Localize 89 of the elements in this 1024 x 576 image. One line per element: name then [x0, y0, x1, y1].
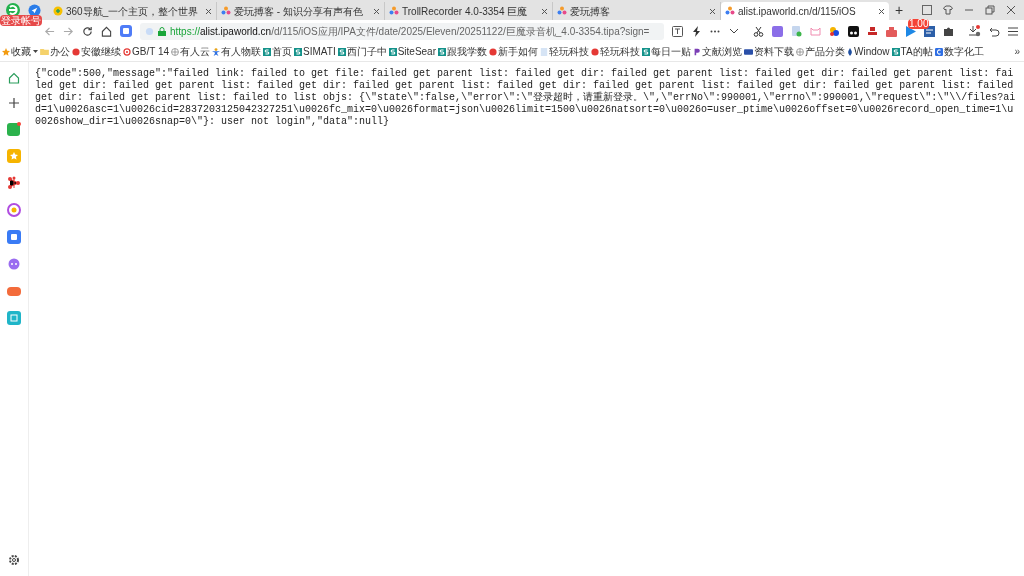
close-icon[interactable] — [541, 7, 548, 15]
play-icon[interactable] — [905, 25, 916, 37]
bookmark[interactable]: 轻玩科技 — [540, 44, 589, 59]
person-icon — [212, 47, 221, 56]
bookmark[interactable]: GB/T 14 — [123, 44, 170, 59]
app-tile-icon[interactable] — [7, 311, 21, 325]
glasses-icon[interactable] — [848, 25, 859, 37]
star-icon — [2, 47, 10, 56]
new-tab-button[interactable]: + — [895, 3, 904, 17]
navigation-icon[interactable] — [28, 3, 41, 17]
flower-icon — [725, 6, 735, 16]
globe-icon — [796, 47, 804, 56]
folder-icon — [40, 48, 49, 55]
star-app-icon[interactable] — [7, 149, 21, 163]
bookmark[interactable]: 轻玩科技 — [591, 44, 640, 59]
bookmark[interactable]: 安徽继续 — [72, 44, 121, 59]
close-icon[interactable] — [878, 7, 885, 15]
target-icon — [123, 47, 131, 56]
network-icon[interactable] — [7, 176, 21, 190]
settings-icon[interactable] — [8, 554, 20, 566]
s-logo-icon — [294, 47, 303, 56]
close-icon[interactable] — [373, 7, 380, 15]
globe-icon — [53, 6, 63, 16]
bookmark[interactable]: 新手如何 — [489, 44, 538, 59]
flower-icon — [557, 6, 567, 16]
bookmark[interactable]: 西门子中 — [337, 44, 387, 59]
lock-icon — [158, 26, 166, 36]
bookmark[interactable]: 办公 — [40, 44, 70, 59]
extension-badge: 1.00 — [908, 18, 930, 29]
chat-icon[interactable] — [7, 257, 21, 271]
flower-icon — [389, 6, 399, 16]
account-badge[interactable]: 登录帐号 — [0, 15, 42, 26]
bookmark[interactable]: 资料下载 — [744, 44, 794, 59]
bookmarks-overflow-button[interactable]: » — [1014, 44, 1022, 59]
site-icon — [72, 47, 80, 56]
drop-icon — [847, 47, 853, 56]
download-icon[interactable] — [968, 25, 981, 37]
s-logo-icon — [337, 47, 346, 56]
bookmark[interactable]: 有人物联 — [212, 44, 262, 59]
translate-icon[interactable] — [672, 25, 683, 37]
scissors-icon[interactable] — [753, 25, 764, 37]
address-bar[interactable]: https://alist.ipaworld.cn/d/115/iOS应用/IPA文件/date/2025/Eleven/20251122/巨魔录音机_4.0-3354.tipa?sign= — [140, 22, 664, 40]
document-icon[interactable] — [791, 25, 802, 37]
app-icon[interactable] — [7, 122, 21, 136]
s-logo-icon — [642, 47, 650, 56]
restore-icon[interactable] — [985, 5, 995, 15]
bookmark[interactable]: 数字化工 — [934, 44, 984, 59]
close-icon[interactable] — [205, 7, 212, 15]
document-icon — [540, 47, 548, 56]
s-logo-icon — [263, 47, 272, 56]
site-icon — [591, 47, 599, 56]
close-icon[interactable] — [709, 7, 716, 15]
s-logo-icon — [891, 47, 900, 56]
gamepad-icon[interactable] — [7, 284, 21, 298]
reload-icon[interactable] — [82, 25, 93, 37]
bookmark[interactable]: 每日一贴 — [642, 44, 691, 59]
more-icon[interactable] — [710, 29, 720, 33]
undo-icon[interactable] — [989, 25, 1000, 37]
bookmark[interactable]: SiteSear — [388, 44, 436, 59]
p-logo-icon — [693, 47, 701, 56]
close-icon[interactable] — [1006, 5, 1016, 15]
stamp-icon[interactable] — [867, 25, 878, 37]
browser-tab[interactable]: alist.ipaworld.cn/d/115/iOS — [721, 2, 889, 20]
add-icon[interactable] — [8, 97, 20, 109]
bookmark[interactable]: SIMATI — [294, 44, 336, 59]
site-icon — [489, 47, 497, 56]
bookmark[interactable]: 收藏 — [2, 44, 31, 59]
dropdown-icon[interactable] — [33, 50, 38, 53]
s-logo-icon — [438, 47, 446, 56]
chevron-down-icon[interactable] — [729, 28, 739, 34]
menu-icon[interactable] — [1008, 26, 1018, 36]
bookmark[interactable]: Window — [847, 44, 890, 59]
lightning-icon[interactable] — [692, 25, 701, 37]
bookmark[interactable]: 文献浏览 — [693, 44, 742, 59]
bookmark[interactable]: 有人云 — [171, 44, 211, 59]
sidebar-icon[interactable] — [922, 5, 932, 15]
bookmark[interactable]: 产品分类 — [796, 44, 845, 59]
bookmark[interactable]: TA的帖 — [891, 44, 933, 59]
home-icon[interactable] — [101, 25, 112, 37]
json-response-text: {"code":500,"message":"failed link: failed to get file: failed get parent list: failed get dir: failed get parent list: failed get dir: failed get parent list: failed get dir: failed get parent list: failed get dir: failed get parent list: failed get dir: failed get parent list: failed get dir: failed get parent list: failed get dir: failed get parent list: failed to list objs: {\"state\":false,\"error\":\"登录超时，请重新登录。\",\"errNo\":990001,\"errno\":990001,\"request\":\"\\/files?aid=1\u0026asc=1\u0026cid=2837203125042327251\u0026fc_mix=0\u0026format=json\u0026limit=1500\u0026natsort=0\u0026o=user_ptime\u0026offset=0\u0026record_open_time=1\u0026show_dir=1\u0026snap=0\"}: user not login","data":null} — [35, 68, 1017, 128]
c-logo-icon — [934, 47, 943, 56]
dots-icon[interactable] — [829, 25, 840, 37]
s-logo-icon — [388, 47, 397, 56]
shirt-icon[interactable] — [943, 5, 953, 15]
bookmark[interactable]: 首页 — [263, 44, 293, 59]
globe-icon — [171, 47, 180, 56]
flower-icon — [221, 6, 231, 16]
bookmark[interactable]: 跟我学数 — [438, 44, 487, 59]
url-text: https://alist.ipaworld.cn/d/115/iOS应用/IPA文件/date/2025/Eleven/20251122/巨魔录音机_4.0-3354.tipa?sign= — [170, 24, 650, 39]
